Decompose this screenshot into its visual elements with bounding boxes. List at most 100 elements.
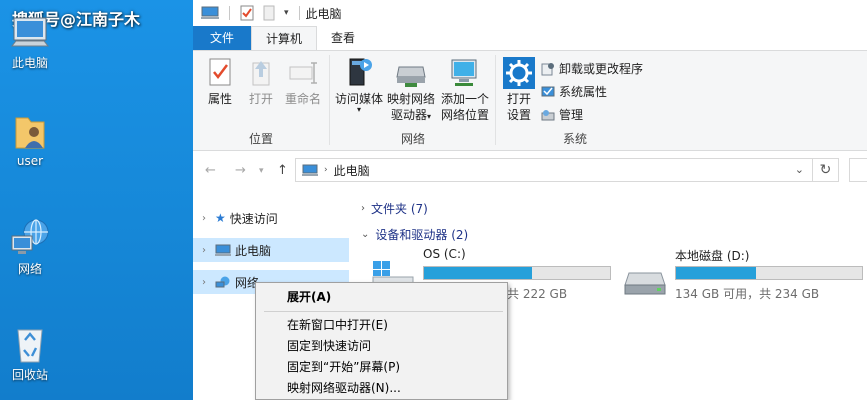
uninstall-program-button[interactable]: 卸载或更改程序	[541, 60, 643, 77]
manage-icon	[541, 109, 555, 120]
window-title: 此电脑	[305, 6, 342, 21]
drive-usage-bar	[423, 266, 611, 280]
desktop-icon-network[interactable]: 网络	[0, 218, 60, 277]
computer-icon	[215, 244, 231, 256]
computer-icon	[10, 17, 50, 47]
drive-name: 本地磁盘 (D:)	[675, 249, 750, 263]
section-title: 设备和驱动器 (2)	[375, 228, 469, 242]
menu-item-open-new-window[interactable]: 在新窗口中打开(E)	[256, 315, 507, 336]
menu-item-map-network-drive[interactable]: 映射网络驱动器(N)...	[256, 378, 507, 399]
ribbon-group-label: 网络	[400, 132, 425, 146]
nav-item-label: 此电脑	[235, 243, 272, 258]
map-network-drive-button[interactable]: 映射网络 驱动器▾	[385, 57, 437, 125]
map-drive-icon	[396, 66, 426, 87]
drive-usage-fill	[424, 267, 532, 279]
system-properties-button[interactable]: 系统属性	[541, 83, 607, 100]
menu-item-pin-quick-access[interactable]: 固定到快速访问	[256, 336, 507, 357]
access-media-label: 访问媒体	[334, 92, 383, 106]
ribbon-group-location: 属性 打开 重命名 位置	[193, 51, 329, 151]
refresh-icon: ↻	[819, 162, 832, 178]
address-field[interactable]: › 此电脑 ⌄	[295, 158, 813, 182]
access-media-button[interactable]: 访问媒体 ▾	[333, 57, 385, 114]
context-menu: 展开(A) 在新窗口中打开(E) 固定到快速访问 固定到“开始”屏幕(P) 映射…	[255, 282, 508, 400]
map-network-drive-label: 映射网络	[386, 92, 435, 106]
network-location-icon	[451, 59, 477, 86]
properties-icon	[209, 58, 231, 86]
computer-icon	[302, 164, 318, 176]
breadcrumb[interactable]: 此电脑	[334, 162, 370, 179]
search-input[interactable]	[849, 158, 867, 182]
ribbon-group-label: 位置	[248, 132, 273, 146]
properties-checkmark-icon[interactable]	[240, 5, 254, 21]
breadcrumb-separator-icon: ›	[324, 165, 328, 175]
back-arrow-icon[interactable]: ←	[205, 163, 216, 178]
tab-file[interactable]: 文件	[193, 26, 252, 50]
add-network-location-label: 添加一个	[440, 92, 489, 106]
address-history-chevron-icon[interactable]: ⌄	[795, 163, 804, 176]
desktop-icon-label: 回收站	[11, 368, 48, 382]
title-bar: ▾ 此电脑	[193, 0, 867, 26]
properties-label: 属性	[207, 92, 232, 106]
drive-usage-fill	[676, 267, 756, 279]
expand-chevron-icon[interactable]: ›	[193, 245, 215, 256]
new-folder-icon[interactable]	[262, 5, 276, 21]
open-button[interactable]: 打开	[243, 57, 279, 107]
tab-view[interactable]: 查看	[317, 26, 369, 50]
manage-label: 管理	[559, 108, 584, 122]
settings-gear-icon	[503, 57, 535, 89]
divider	[495, 55, 496, 145]
ribbon-group-system: 打开 设置 卸载或更改程序 系统属性 管理 系统	[497, 51, 653, 151]
tab-computer[interactable]: 计算机	[251, 26, 318, 50]
menu-item-pin-start[interactable]: 固定到“开始”屏幕(P)	[256, 357, 507, 378]
add-network-location-button[interactable]: 添加一个 网络位置	[437, 57, 493, 123]
open-settings-label-2: 设置	[506, 108, 531, 122]
expand-chevron-icon[interactable]: ›	[193, 213, 215, 224]
up-arrow-icon[interactable]: ↑	[277, 163, 288, 178]
dropdown-arrow-icon: ▾	[427, 112, 432, 121]
properties-button[interactable]: 属性	[201, 57, 239, 107]
divider	[329, 55, 330, 145]
nav-item-this-pc[interactable]: › 此电脑	[193, 238, 349, 262]
section-header-folders[interactable]: › 文件夹 (7)	[361, 200, 428, 217]
rename-icon	[289, 62, 317, 84]
desktop-icon-label: user	[16, 154, 44, 168]
rename-button[interactable]: 重命名	[281, 57, 325, 107]
nav-item-label: 快速访问	[229, 211, 278, 226]
hard-drive-icon	[623, 271, 667, 300]
manage-button[interactable]: 管理	[541, 106, 583, 123]
star-icon: ★	[215, 211, 226, 225]
customize-toolbar-chevron-icon[interactable]: ▾	[284, 8, 289, 18]
desktop-icon-computer[interactable]: 此电脑	[0, 16, 60, 71]
open-label: 打开	[248, 92, 273, 106]
forward-arrow-icon[interactable]: →	[235, 163, 246, 178]
divider	[229, 6, 230, 20]
collapse-chevron-icon: ⌄	[361, 229, 370, 240]
ribbon-group-label: 系统	[562, 132, 587, 146]
menu-separator	[264, 311, 503, 312]
rename-label: 重命名	[284, 92, 321, 106]
expand-chevron-icon[interactable]: ›	[193, 277, 215, 288]
address-bar: ← → ▾ ↑ › 此电脑 ⌄ ↻	[193, 151, 867, 191]
user-folder-icon	[15, 117, 45, 149]
uninstall-label: 卸载或更改程序	[559, 62, 644, 76]
system-properties-label: 系统属性	[559, 85, 608, 99]
media-icon	[349, 58, 372, 86]
nav-item-quick-access[interactable]: › ★ 快速访问	[193, 206, 349, 230]
recent-locations-chevron-icon[interactable]: ▾	[259, 166, 264, 176]
desktop-icon-label: 网络	[17, 262, 42, 276]
open-icon	[252, 61, 270, 86]
drive-size: 134 GB 可用，共 234 GB	[675, 287, 820, 301]
section-header-drives[interactable]: ⌄ 设备和驱动器 (2)	[361, 226, 468, 243]
ribbon-group-network: 访问媒体 ▾ 映射网络 驱动器▾ 添加一个 网络位置 网络	[331, 51, 495, 151]
add-network-location-label-2: 网络位置	[440, 108, 489, 122]
menu-item-expand[interactable]: 展开(A)	[256, 287, 507, 308]
desktop-icon-recycle-bin[interactable]: 回收站	[0, 324, 60, 383]
drive-name: OS (C:)	[423, 247, 466, 261]
network-icon	[215, 276, 230, 287]
refresh-button[interactable]: ↻	[813, 158, 839, 182]
open-settings-button[interactable]: 打开 设置	[501, 57, 537, 123]
recycle-bin-icon	[17, 329, 43, 363]
dropdown-arrow-icon: ▾	[356, 105, 361, 114]
desktop-icon-user[interactable]: user	[0, 112, 60, 168]
divider	[298, 6, 300, 20]
